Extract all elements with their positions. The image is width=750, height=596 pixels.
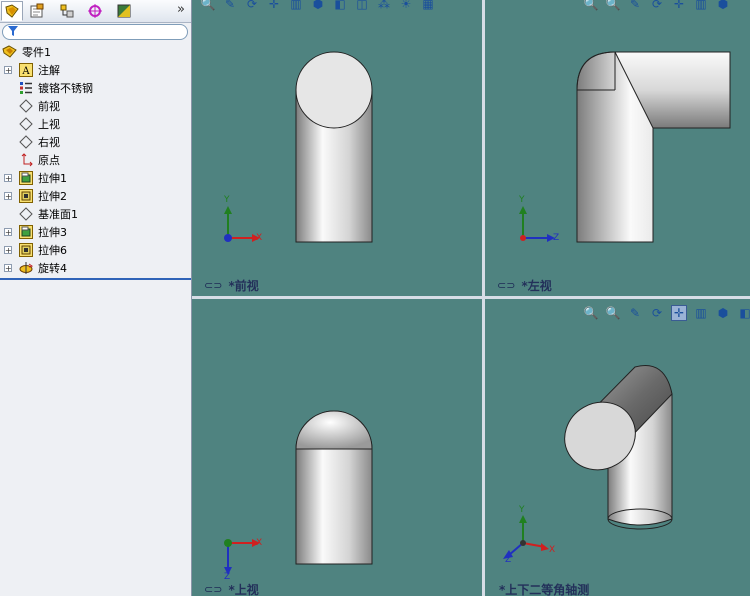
tree-item-label: 上视: [38, 118, 60, 131]
tree-root-label: 零件1: [22, 46, 51, 59]
viewport-top[interactable]: X Z ⊂⊃ *上视: [192, 299, 482, 596]
front-view-model: [224, 51, 373, 243]
plane-icon: [18, 116, 34, 132]
tree-item-annotations[interactable]: + A 注解: [0, 61, 60, 79]
tree-item-extrude3[interactable]: + 拉伸3: [0, 223, 67, 241]
tree-item-label: 拉伸1: [38, 172, 67, 185]
viewport-label: *上下二等角轴测: [499, 583, 590, 596]
axis-label-y: Y: [224, 195, 230, 205]
tree-root[interactable]: 零件1: [2, 43, 51, 61]
display-manager-icon[interactable]: [113, 1, 135, 21]
expand-icon[interactable]: +: [4, 246, 12, 255]
configuration-manager-icon[interactable]: [56, 1, 78, 21]
cylinder-end-face: [295, 51, 373, 129]
part-icon: [2, 44, 18, 60]
tree-item-extrude2[interactable]: + 拉伸2: [0, 187, 67, 205]
tree-item-revolve4[interactable]: + 旋转4: [0, 259, 67, 277]
tree-item-material[interactable]: 镀铬不锈钢: [0, 79, 93, 97]
extrude-icon: [18, 242, 34, 258]
vertical-splitter[interactable]: [482, 0, 485, 596]
panel-tabs: »: [0, 0, 191, 23]
axis-label-z: Z: [553, 233, 560, 243]
expand-icon[interactable]: +: [4, 192, 12, 201]
feature-manager-icon[interactable]: [1, 1, 23, 21]
tree-item-label: 旋转4: [38, 262, 67, 275]
viewport-label: ⊂⊃ *前视: [204, 279, 259, 293]
tree-item-label: 拉伸3: [38, 226, 67, 239]
tree-item-front-plane[interactable]: 前视: [0, 97, 60, 115]
left-view-model: [519, 51, 731, 243]
plane-icon: [18, 134, 34, 150]
expand-icon[interactable]: +: [4, 66, 12, 75]
tree-item-label: 原点: [38, 154, 60, 167]
tree-item-top-plane[interactable]: 上视: [0, 115, 60, 133]
expand-icon[interactable]: +: [4, 264, 12, 273]
property-manager-icon[interactable]: [26, 1, 48, 21]
tree-item-extrude6[interactable]: + 拉伸6: [0, 241, 67, 259]
funnel-icon: [8, 25, 18, 40]
viewport-label: ⊂⊃ *上视: [204, 583, 259, 596]
axis-label-x: X: [256, 538, 263, 548]
expand-icon[interactable]: +: [4, 228, 12, 237]
tree-item-plane1[interactable]: 基准面1: [0, 205, 78, 223]
tree-item-label: 拉伸2: [38, 190, 67, 203]
feature-manager-panel: » 零件1 + A 注解 镀铬不锈钢 前视 上视 右视 原点 + 拉伸1 + 拉…: [0, 0, 192, 596]
plane-icon: [18, 206, 34, 222]
tree-item-origin[interactable]: 原点: [0, 151, 60, 169]
dimetric-view-model: [503, 365, 673, 559]
dimxpert-icon[interactable]: [84, 1, 106, 21]
horizontal-splitter[interactable]: [192, 296, 750, 299]
axis-label-z: Z: [505, 555, 512, 565]
link-views-icon[interactable]: ⊂⊃: [204, 583, 222, 596]
origin-icon: [18, 152, 34, 168]
tree-item-label: 注解: [38, 64, 60, 77]
viewport-label: ⊂⊃ *左视: [497, 279, 552, 293]
tree-item-label: 拉伸6: [38, 244, 67, 257]
tree-item-label: 右视: [38, 136, 60, 149]
tree-item-label: 基准面1: [38, 208, 78, 221]
tree-item-label: 镀铬不锈钢: [38, 82, 93, 95]
more-tabs-icon[interactable]: »: [177, 2, 185, 17]
viewport-front[interactable]: 🔍 ✎ ⟳ ✛ ▥ ⬢ ◧ ◫ ⁂ ☀ ▦ Y X ⊂⊃ *前视: [192, 0, 482, 296]
tree-item-label: 前视: [38, 100, 60, 113]
extrude-icon: [18, 224, 34, 240]
viewport-dimetric[interactable]: 🔍 🔍 ✎ ⟳ ✛ ▥ ⬢ ◧ Y X Z *上下二等角轴测: [485, 299, 750, 596]
top-view-model: [224, 410, 373, 575]
tree-item-extrude1[interactable]: + 拉伸1: [0, 169, 67, 187]
axis-label-x: X: [256, 233, 263, 243]
extrude-icon: [18, 188, 34, 204]
link-views-icon[interactable]: ⊂⊃: [204, 279, 222, 292]
tree-filter-input[interactable]: [2, 24, 188, 40]
axis-label-y: Y: [519, 505, 525, 515]
axis-label-x: X: [549, 545, 556, 555]
tree-end-marker: [0, 278, 191, 280]
annotation-icon: A: [18, 62, 34, 78]
revolve-icon: [18, 260, 34, 276]
plane-icon: [18, 98, 34, 114]
axis-label-y: Y: [519, 195, 525, 205]
svg-text:A: A: [21, 66, 30, 77]
tree-item-right-plane[interactable]: 右视: [0, 133, 60, 151]
link-views-icon[interactable]: ⊂⊃: [497, 279, 515, 292]
viewport-left[interactable]: 🔍 🔍 ✎ ⟳ ✛ ▥ ⬢ Y Z ⊂⊃ *左视: [485, 0, 750, 296]
material-icon: [18, 80, 34, 96]
expand-icon[interactable]: +: [4, 174, 12, 183]
extrude-icon: [18, 170, 34, 186]
